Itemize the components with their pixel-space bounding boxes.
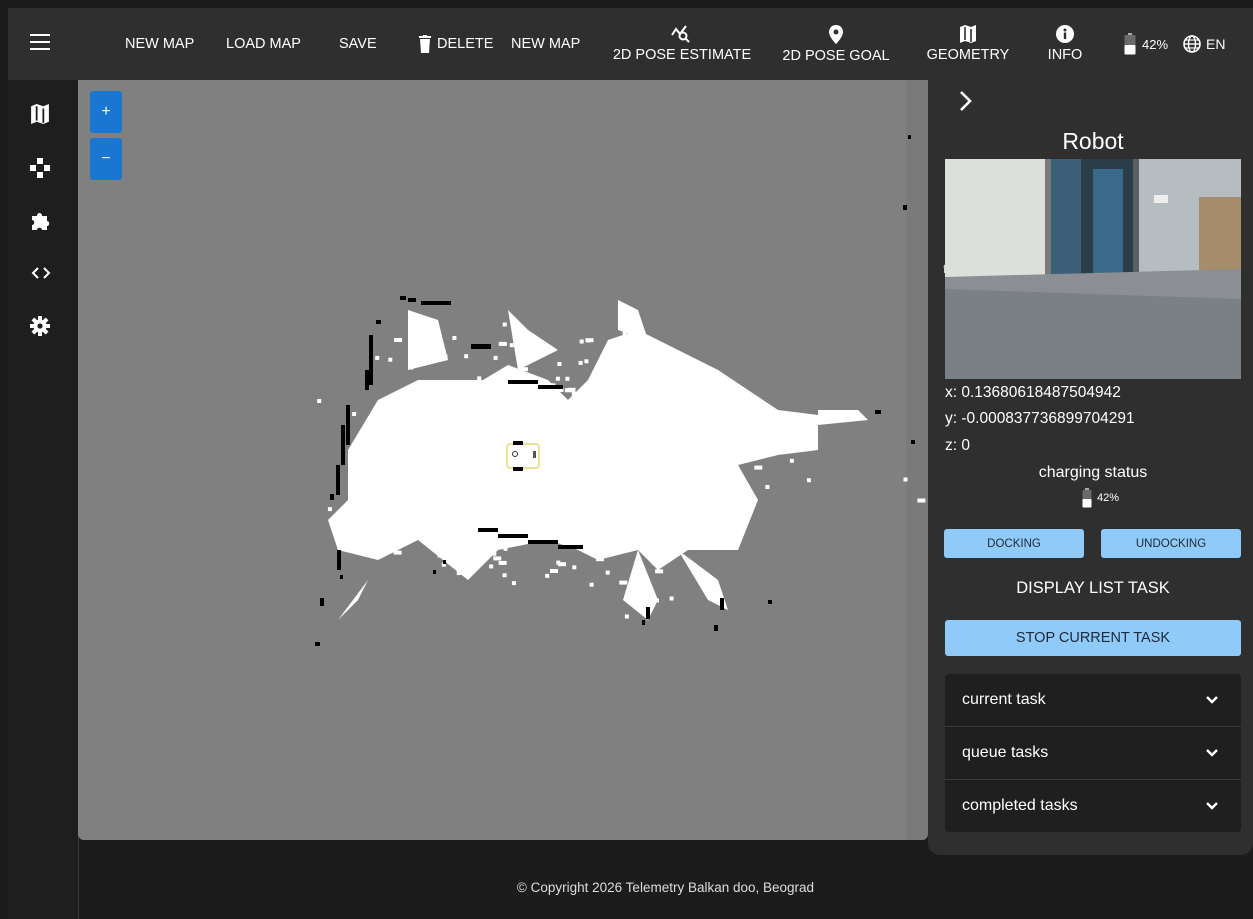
geometry-button[interactable]: GEOMETRY [918, 8, 1018, 80]
battery-status: 42% [1124, 8, 1168, 80]
accordion-completed-tasks[interactable]: completed tasks [945, 780, 1241, 832]
chevron-down-icon [1206, 749, 1218, 757]
save-button[interactable]: SAVE [339, 8, 377, 80]
gamepad-icon [30, 158, 50, 178]
sidebar-item-map[interactable] [30, 104, 52, 126]
charging-status-label: charging status [1038, 464, 1148, 481]
info-button[interactable]: INFO [1035, 8, 1095, 80]
coord-y: y: -0.000837736899704291 [945, 410, 1135, 427]
pose-goal-label: 2D POSE GOAL [782, 47, 890, 64]
trash-icon [419, 35, 431, 53]
coord-z: z: 0 [945, 437, 970, 454]
chevron-down-icon [1206, 696, 1218, 704]
pose-estimate-button[interactable]: 2D POSE ESTIMATE [607, 8, 757, 80]
pose-estimate-label: 2D POSE ESTIMATE [612, 47, 752, 63]
sidebar-item-code[interactable] [30, 263, 52, 285]
battery-percent: 42% [1142, 36, 1169, 52]
sidebar-item-settings[interactable] [30, 316, 52, 338]
task-accordion: current task queue tasks completed tasks [945, 674, 1241, 832]
language-selector[interactable]: EN [1183, 8, 1225, 80]
charging-percent: 42% [1097, 492, 1120, 504]
language-label: EN [1206, 36, 1226, 52]
footer-copyright: © Copyright 2026 Telemetry Balkan doo, B… [516, 879, 815, 895]
accordion-label: queue tasks [962, 744, 1049, 761]
display-list-task[interactable]: DISPLAY LIST TASK [945, 579, 1241, 598]
chevron-down-icon [1206, 802, 1218, 810]
code-icon [31, 267, 51, 279]
robot-marker[interactable] [506, 441, 540, 471]
battery-icon [1124, 33, 1136, 55]
accordion-queue-tasks[interactable]: queue tasks [945, 727, 1241, 780]
battery-icon [1082, 488, 1092, 508]
panel-title: Robot [1062, 128, 1124, 154]
docking-button[interactable]: DOCKING [944, 529, 1084, 558]
camera-feed [945, 159, 1241, 379]
pose-goal-button[interactable]: 2D POSE GOAL [776, 8, 896, 80]
stop-current-task-button[interactable]: STOP CURRENT TASK [945, 620, 1241, 656]
menu-icon[interactable] [30, 34, 50, 50]
location-pin-icon [829, 24, 843, 44]
map-icon [960, 25, 976, 43]
collapse-panel-button[interactable] [956, 88, 978, 116]
sidebar-item-gamepad[interactable] [30, 158, 52, 180]
gear-icon [30, 316, 50, 336]
chevron-right-icon [960, 91, 972, 111]
globe-icon [1183, 35, 1201, 53]
undocking-button[interactable]: UNDOCKING [1101, 529, 1241, 558]
map-icon [31, 104, 49, 124]
load-map-button[interactable]: LOAD MAP [226, 8, 301, 80]
charging-status-value: 42% [1082, 488, 1119, 508]
accordion-current-task[interactable]: current task [945, 674, 1241, 727]
delete-label: DELETE [437, 36, 494, 52]
delete-button[interactable]: DELETE [418, 8, 493, 80]
accordion-label: current task [962, 691, 1046, 708]
sidebar [8, 80, 79, 919]
top-toolbar: NEW MAP LOAD MAP SAVE DELETE NEW MAP 2D … [8, 8, 1253, 80]
sidebar-item-extensions[interactable] [30, 211, 52, 233]
geometry-label: GEOMETRY [926, 47, 1010, 63]
accordion-label: completed tasks [962, 797, 1078, 814]
pose-estimate-icon [671, 25, 690, 43]
new-map-button[interactable]: NEW MAP [125, 8, 194, 80]
occupancy-map[interactable]: + − [78, 80, 928, 840]
coord-x: x: 0.13680618487504942 [945, 384, 1121, 401]
info-label: INFO [1047, 47, 1083, 63]
puzzle-icon [32, 213, 50, 230]
info-icon [1056, 25, 1074, 43]
new-map-button-2[interactable]: NEW MAP [511, 8, 580, 80]
occupancy-grid [315, 135, 926, 646]
camera-overlay-text: f [943, 262, 947, 276]
